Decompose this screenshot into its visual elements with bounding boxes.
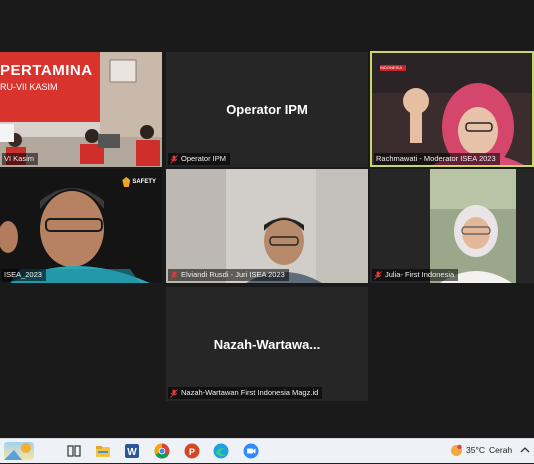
svg-text:P: P — [189, 447, 195, 457]
chevron-up-icon[interactable] — [520, 444, 530, 459]
mic-muted-icon — [374, 270, 382, 280]
zoom-icon[interactable] — [243, 443, 259, 459]
mic-muted-icon — [170, 270, 178, 280]
meeting-gallery: PERTAMINA RU-VII KASIM VI Kasim Operator… — [0, 0, 534, 438]
powerpoint-icon[interactable]: P — [184, 443, 200, 459]
participant-video — [166, 169, 368, 283]
participant-name: Operator IPM — [181, 154, 227, 163]
participant-nametag: VI Kasim — [2, 153, 39, 165]
mic-muted-icon — [170, 388, 178, 398]
participant-name: Julia- First Indonesia — [385, 270, 455, 279]
chrome-icon[interactable] — [154, 443, 170, 459]
participant-nametag: Nazah-Wartawan First Indonesia Magz.id — [168, 387, 323, 399]
safety-logo-icon — [122, 177, 131, 187]
widgets-icon[interactable] — [4, 442, 34, 460]
file-explorer-icon[interactable] — [95, 443, 111, 459]
participant-name: Elviandi Rusdi - Juri ISEA 2023 — [181, 270, 285, 279]
participant-name: Rachmawati - Moderator ISEA 2023 — [376, 154, 496, 163]
participant-nametag: ISEA_2023 — [2, 269, 46, 281]
participant-display-name: Operator IPM — [226, 102, 308, 117]
word-icon[interactable]: W — [124, 443, 140, 459]
svg-text:W: W — [127, 447, 137, 458]
event-logo: SAFETY — [122, 177, 156, 187]
video-tile-julia[interactable]: Julia- First Indonesia — [370, 169, 534, 283]
mic-muted-icon — [170, 154, 178, 164]
weather-icon[interactable] — [450, 444, 463, 457]
safety-logo-text: SAFETY — [132, 179, 156, 185]
video-tile-isea-2023[interactable]: SAFETY ISEA_2023 — [0, 169, 162, 283]
video-tile-kasim[interactable]: PERTAMINA RU-VII KASIM VI Kasim — [0, 52, 162, 167]
participant-display-name: Nazah-Wartawa... — [213, 336, 321, 352]
participant-name: VI Kasim — [4, 154, 35, 163]
video-tile-nazah-wartawan[interactable]: Nazah-Wartawa... Nazah-Wartawan First In… — [166, 287, 368, 401]
task-view-icon[interactable] — [66, 443, 82, 459]
edge-icon[interactable] — [213, 443, 229, 459]
participant-video — [430, 169, 516, 283]
video-tile-operator-ipm[interactable]: Operator IPM Operator IPM — [166, 52, 368, 167]
channel-badge: INDONESIA — [380, 65, 403, 70]
participant-name: Nazah-Wartawan First Indonesia Magz.id — [181, 388, 319, 397]
participant-nametag: Operator IPM — [168, 153, 231, 165]
weather-temperature[interactable]: 35°C — [466, 445, 485, 455]
participant-nametag: Rachmawati - Moderator ISEA 2023 — [374, 153, 500, 165]
participant-name: ISEA_2023 — [4, 270, 42, 279]
weather-condition[interactable]: Cerah — [489, 445, 512, 455]
participant-nametag: Elviandi Rusdi - Juri ISEA 2023 — [168, 269, 289, 281]
taskbar: W P 35°C Cerah — [0, 438, 534, 463]
pertamina-banner-subtext: RU-VII KASIM — [0, 82, 58, 92]
video-tile-elviandi-rusdi[interactable]: Elviandi Rusdi - Juri ISEA 2023 — [166, 169, 368, 283]
video-tile-rachmawati[interactable]: INDONESIA Rachmawati - Moderator ISEA 20… — [370, 51, 534, 167]
pertamina-banner-text: PERTAMINA — [0, 62, 93, 79]
participant-nametag: Julia- First Indonesia — [372, 269, 459, 281]
